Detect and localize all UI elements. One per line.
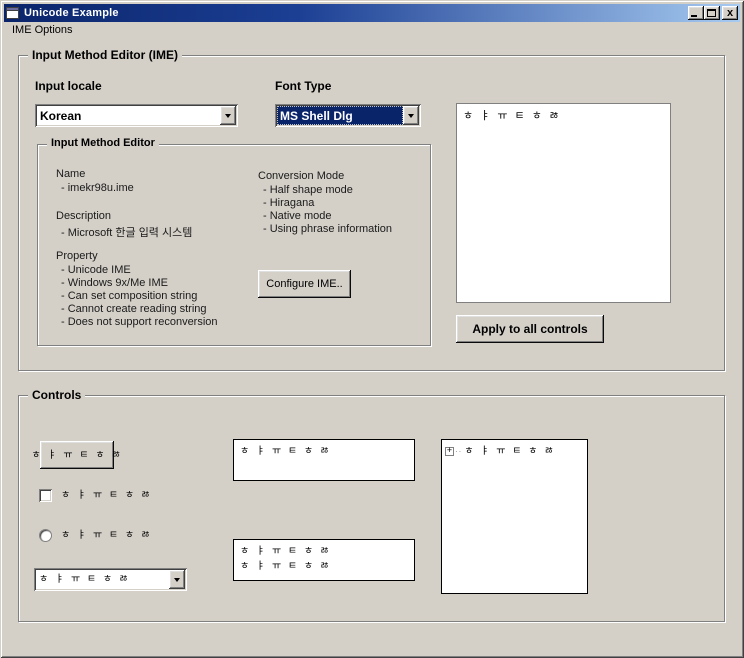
apply-button-label: Apply to all controls <box>472 322 587 336</box>
font-type-dropdown-button[interactable] <box>403 106 419 125</box>
property-item: - Unicode IME <box>61 264 131 276</box>
app-window-icon <box>6 7 20 20</box>
configure-ime-button-label: Configure IME.. <box>266 278 342 290</box>
sample-checkbox-label: ㅎ ㅑ ㅠ ㅌ ㅎ ㅀ <box>61 488 152 503</box>
conversion-mode-item: - Native mode <box>263 210 331 222</box>
close-icon: x <box>727 8 733 18</box>
property-item: - Cannot create reading string <box>61 303 207 315</box>
window-title: Unicode Example <box>24 7 688 19</box>
sample-checkbox-row: ㅎ ㅑ ㅠ ㅌ ㅎ ㅀ <box>39 488 152 503</box>
menu-item-ime-options[interactable]: IME Options <box>4 23 79 38</box>
sample-radio-row: ㅎ ㅑ ㅠ ㅌ ㅎ ㅀ <box>39 528 152 543</box>
controls-groupbox-title: Controls <box>28 388 85 402</box>
property-item: - Windows 9x/Me IME <box>61 277 168 289</box>
chevron-down-icon <box>225 114 231 118</box>
name-label: Name <box>56 168 85 180</box>
property-label: Property <box>56 250 98 262</box>
close-button[interactable]: x <box>722 6 738 20</box>
maximize-button[interactable] <box>704 6 720 20</box>
sample-edit-single[interactable]: ㅎ ㅑ ㅠ ㅌ ㅎ ㅀ <box>233 439 415 481</box>
tree-connector: ·· <box>455 447 462 456</box>
sample-combobox-value: ㅎ ㅑ ㅠ ㅌ ㅎ ㅀ <box>36 570 169 589</box>
sample-radio-label: ㅎ ㅑ ㅠ ㅌ ㅎ ㅀ <box>61 528 152 543</box>
ime-preview-edit[interactable]: ㅎ ㅑ ㅠ ㅌ ㅎ ㅀ <box>456 103 671 303</box>
font-type-combobox[interactable]: MS Shell Dlg <box>275 104 421 127</box>
property-item: - Does not support reconversion <box>61 316 218 328</box>
titlebar[interactable]: Unicode Example x <box>4 4 740 22</box>
sample-treeview[interactable]: + ·· ㅎ ㅑ ㅠ ㅌ ㅎ ㅀ <box>441 439 588 594</box>
controls-groupbox: Controls ㅎ ㅑ ㅠ ㅌ ㅎ ㅀ ㅎ ㅑ ㅠ ㅌ ㅎ ㅀ ㅎ ㅑ ㅠ ㅌ… <box>18 395 725 622</box>
chevron-down-icon <box>174 578 180 582</box>
input-method-editor-title: Input Method Editor <box>47 137 159 149</box>
ime-preview-text: ㅎ ㅑ ㅠ ㅌ ㅎ ㅀ <box>463 110 561 122</box>
description-label: Description <box>56 210 111 222</box>
input-locale-label: Input locale <box>35 79 102 93</box>
input-locale-value: Korean <box>37 106 220 125</box>
input-locale-dropdown-button[interactable] <box>220 106 236 125</box>
conversion-mode-label: Conversion Mode <box>258 170 344 182</box>
property-item: - Can set composition string <box>61 290 197 302</box>
sample-combobox[interactable]: ㅎ ㅑ ㅠ ㅌ ㅎ ㅀ <box>34 568 187 591</box>
sample-combobox-dropdown-button[interactable] <box>169 570 185 589</box>
description-value: - Microsoft 한글 입력 시스템 <box>61 224 192 240</box>
sample-edit-single-text: ㅎ ㅑ ㅠ ㅌ ㅎ ㅀ <box>240 444 408 459</box>
sample-edit-line: ㅎ ㅑ ㅠ ㅌ ㅎ ㅀ <box>240 559 408 574</box>
sample-edit-multiline[interactable]: ㅎ ㅑ ㅠ ㅌ ㅎ ㅀ ㅎ ㅑ ㅠ ㅌ ㅎ ㅀ <box>233 539 415 581</box>
unicode-example-window: Unicode Example x IME Options Input Meth… <box>0 0 744 658</box>
tree-node-label: ㅎ ㅑ ㅠ ㅌ ㅎ ㅀ <box>464 444 555 459</box>
input-locale-combobox[interactable]: Korean <box>35 104 238 127</box>
sample-button-label: ㅎ ㅑ ㅠ ㅌ ㅎ ㅀ <box>31 448 122 463</box>
minimize-button[interactable] <box>688 6 704 20</box>
chevron-down-icon <box>408 114 414 118</box>
menu-bar: IME Options <box>4 23 740 39</box>
sample-button[interactable]: ㅎ ㅑ ㅠ ㅌ ㅎ ㅀ <box>40 441 114 469</box>
maximize-icon <box>707 9 716 17</box>
font-type-label: Font Type <box>275 79 331 93</box>
font-type-value: MS Shell Dlg <box>277 106 403 125</box>
configure-ime-button[interactable]: Configure IME.. <box>258 270 351 298</box>
apply-to-all-controls-button[interactable]: Apply to all controls <box>456 315 604 343</box>
sample-radio-button[interactable] <box>39 529 52 542</box>
name-value: - imekr98u.ime <box>61 182 134 194</box>
input-method-editor-groupbox: Input Method Editor Name - imekr98u.ime … <box>37 144 431 346</box>
conversion-mode-item: - Half shape mode <box>263 184 353 196</box>
ime-groupbox: Input Method Editor (IME) Input locale K… <box>18 55 725 371</box>
minimize-icon <box>691 15 697 17</box>
tree-node[interactable]: + ·· ㅎ ㅑ ㅠ ㅌ ㅎ ㅀ <box>445 444 584 459</box>
sample-edit-line: ㅎ ㅑ ㅠ ㅌ ㅎ ㅀ <box>240 544 408 559</box>
conversion-mode-item: - Hiragana <box>263 197 314 209</box>
sample-checkbox[interactable] <box>39 489 52 502</box>
conversion-mode-item: - Using phrase information <box>263 223 392 235</box>
plus-box-icon[interactable]: + <box>445 447 454 456</box>
ime-groupbox-title: Input Method Editor (IME) <box>28 48 182 62</box>
